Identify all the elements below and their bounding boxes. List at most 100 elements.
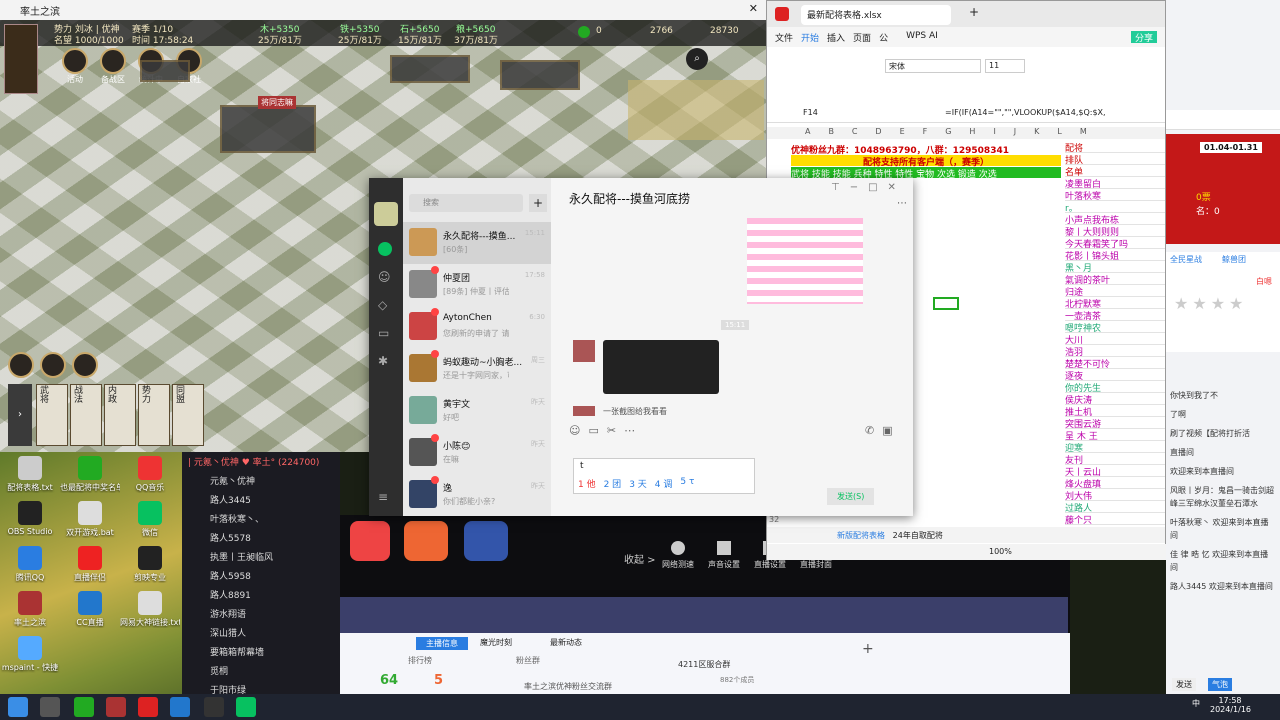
team-link[interactable]: 鲸兽团 — [1222, 254, 1246, 265]
desktop-icon[interactable]: 腾讯QQ — [0, 546, 60, 583]
browser-icon[interactable] — [170, 697, 190, 717]
desktop-icon[interactable]: QQ音乐 — [120, 456, 180, 493]
ime-candidate[interactable]: 3 天 — [629, 477, 647, 490]
hero-avatar[interactable] — [8, 352, 34, 378]
rules-link[interactable]: 全民星战 — [1170, 254, 1202, 265]
desktop-icon[interactable]: 微信 — [120, 501, 180, 538]
name-cell[interactable]: 逐夜 — [1065, 369, 1165, 381]
file-tab[interactable]: 最新配将表格.xlsx — [801, 5, 951, 25]
tab-streamer-info[interactable]: 主播信息 — [416, 637, 468, 650]
viewer-row[interactable]: 路人5958 — [182, 566, 340, 585]
viewer-row[interactable]: 路人8891 — [182, 585, 340, 604]
ime-candidate[interactable]: 2 团 — [604, 477, 622, 490]
conversation-item[interactable]: 黄宇文 好吧 昨天 — [403, 390, 551, 432]
ime-candidate[interactable]: 1 他 — [578, 477, 596, 490]
close-icon[interactable]: ✕ — [749, 2, 758, 15]
name-cell[interactable]: 归途 — [1065, 285, 1165, 297]
send-button[interactable]: 发送(S) — [827, 488, 875, 505]
name-cell[interactable]: 迎寒 — [1065, 441, 1165, 453]
prep-button[interactable]: 备战区 — [100, 48, 126, 85]
cards-collapse-button[interactable]: › — [8, 384, 32, 446]
active-cell[interactable] — [933, 297, 959, 310]
name-cell[interactable]: 今天春霜笑了吗 — [1065, 237, 1165, 249]
desktop-icon[interactable]: 双开游戏.bat — [60, 501, 120, 538]
avatar[interactable] — [374, 202, 398, 226]
hero-avatar[interactable] — [40, 352, 66, 378]
name-cell[interactable]: 配将 — [1065, 141, 1165, 153]
size-select[interactable]: 11 — [985, 59, 1025, 73]
conversation-item[interactable]: 永久配将---摸鱼... [60条] 15:11 — [403, 222, 551, 264]
clock[interactable]: 17:58 2024/1/16 — [1210, 696, 1251, 714]
pick-icon[interactable] — [404, 521, 448, 561]
ime-popup[interactable]: t 1 他 2 团 3 天 4 调 5 τ — [573, 458, 755, 494]
gift-bar[interactable] — [340, 597, 1068, 633]
name-cell[interactable]: r。 — [1065, 201, 1165, 213]
viewer-row[interactable]: 游水翔语 — [182, 604, 340, 623]
conversation-item[interactable]: 蚂蚁趣动~小胸老... 还是十字网同家，可以... 周三 — [403, 348, 551, 390]
tab-news[interactable]: 最新动态 — [550, 637, 582, 648]
name-cell[interactable]: 凌墨留白 — [1065, 177, 1165, 189]
fortress[interactable] — [140, 60, 190, 82]
app-icon[interactable] — [74, 697, 94, 717]
new-tab-button[interactable]: + — [969, 5, 979, 19]
rank-label[interactable]: 排行榜 — [408, 655, 432, 666]
viewer-row[interactable]: 元氪丶优神 — [182, 471, 340, 490]
name-cell[interactable]: 氣调的茶叶 — [1065, 273, 1165, 285]
desktop-icon[interactable]: CC直播 — [60, 591, 120, 628]
bubble-button[interactable]: 气泡 — [1208, 678, 1232, 691]
zoom-level[interactable]: 100% — [989, 547, 1012, 556]
favorites-icon[interactable]: ◇ — [378, 298, 387, 312]
name-cell[interactable]: 黑丶月 — [1065, 261, 1165, 273]
viewer-row[interactable]: 叶落秋寒丶、 — [182, 509, 340, 528]
menu-formula[interactable]: 公 — [879, 31, 888, 44]
fans-label[interactable]: 粉丝群 — [516, 655, 540, 666]
moments-icon[interactable]: ✱ — [378, 354, 388, 368]
desktop-icon[interactable]: 配将表格.txt — [0, 456, 60, 493]
desktop-icon[interactable]: OBS Studio — [0, 501, 60, 538]
name-cell[interactable]: 过路人 — [1065, 501, 1165, 513]
activity-button[interactable]: 活动 — [62, 48, 88, 85]
conversation-item[interactable]: 逸你们都能小亲? 昨天 — [403, 474, 551, 516]
share-button[interactable]: 分享 — [1130, 31, 1157, 44]
viewer-row[interactable]: 觅桐 — [182, 661, 340, 680]
tab-highlights[interactable]: 魔光时刻 — [480, 637, 512, 648]
name-cell[interactable]: 藤个只 — [1065, 513, 1165, 525]
formula-bar[interactable]: =IF(IF(A14="","",VLOOKUP($A14,$Q:$X, — [945, 108, 1155, 117]
star-rating[interactable]: ★★★★ — [1174, 294, 1247, 313]
wps-ai-button[interactable]: WPS AI — [906, 31, 938, 43]
desktop-icon[interactable]: 率土之滨 — [0, 591, 60, 628]
name-cell[interactable]: 推土机 — [1065, 405, 1165, 417]
desktop-icon[interactable]: mspaint - 快捷 — [0, 636, 60, 673]
cell-header-3[interactable]: 武将 技能 技能 兵种 特性 特性 宝物 次选 锻造 次选 — [791, 167, 1061, 178]
image-message[interactable] — [747, 218, 863, 304]
menu-icon[interactable]: ≡ — [378, 490, 388, 504]
contacts-icon[interactable]: ☺ — [378, 270, 391, 284]
font-select[interactable]: 宋体 — [885, 59, 981, 73]
fortress[interactable] — [390, 55, 470, 83]
desktop-icon[interactable]: 网易大神链接.txt — [120, 591, 180, 628]
name-cell[interactable]: 浩羽 — [1065, 345, 1165, 357]
start-icon[interactable] — [8, 697, 28, 717]
name-cell[interactable]: 名单 — [1065, 165, 1165, 177]
conversation-item[interactable]: 仲夏团 [89条] 仲夏丨评估: ... 17:58 — [403, 264, 551, 306]
name-cell[interactable]: 大川 — [1065, 333, 1165, 345]
cell-header-1[interactable]: 优神粉丝九群：1048963790，八群：129508341 — [791, 143, 1061, 156]
wps-icon[interactable] — [138, 697, 158, 717]
group-name[interactable]: 4211区服合群 — [678, 659, 730, 670]
name-cell[interactable]: 叶落秋寒 — [1065, 189, 1165, 201]
name-cell[interactable]: 一壶清茶 — [1065, 309, 1165, 321]
search-input[interactable]: 搜索 — [409, 194, 523, 212]
menu-page[interactable]: 页面 — [853, 31, 871, 44]
ime-indicator[interactable]: 中 — [1192, 698, 1200, 709]
name-cell[interactable]: 烽火盘瑱 — [1065, 477, 1165, 489]
name-cell[interactable]: 侯庆涛 — [1065, 393, 1165, 405]
name-cell[interactable]: 突围云游 — [1065, 417, 1165, 429]
message-input[interactable]: t — [580, 461, 584, 471]
viewer-row[interactable]: 执墨丨王昶临风 — [182, 547, 340, 566]
streamer-icon[interactable] — [350, 521, 390, 561]
ime-candidate[interactable]: 4 调 — [655, 477, 673, 490]
viewer-row[interactable]: 路人5578 — [182, 528, 340, 547]
audio-settings-button[interactable]: 声音设置 — [708, 541, 740, 570]
call-icons[interactable]: ✆▣ — [865, 424, 901, 437]
name-cell[interactable]: 楚楚不可怜 — [1065, 357, 1165, 369]
